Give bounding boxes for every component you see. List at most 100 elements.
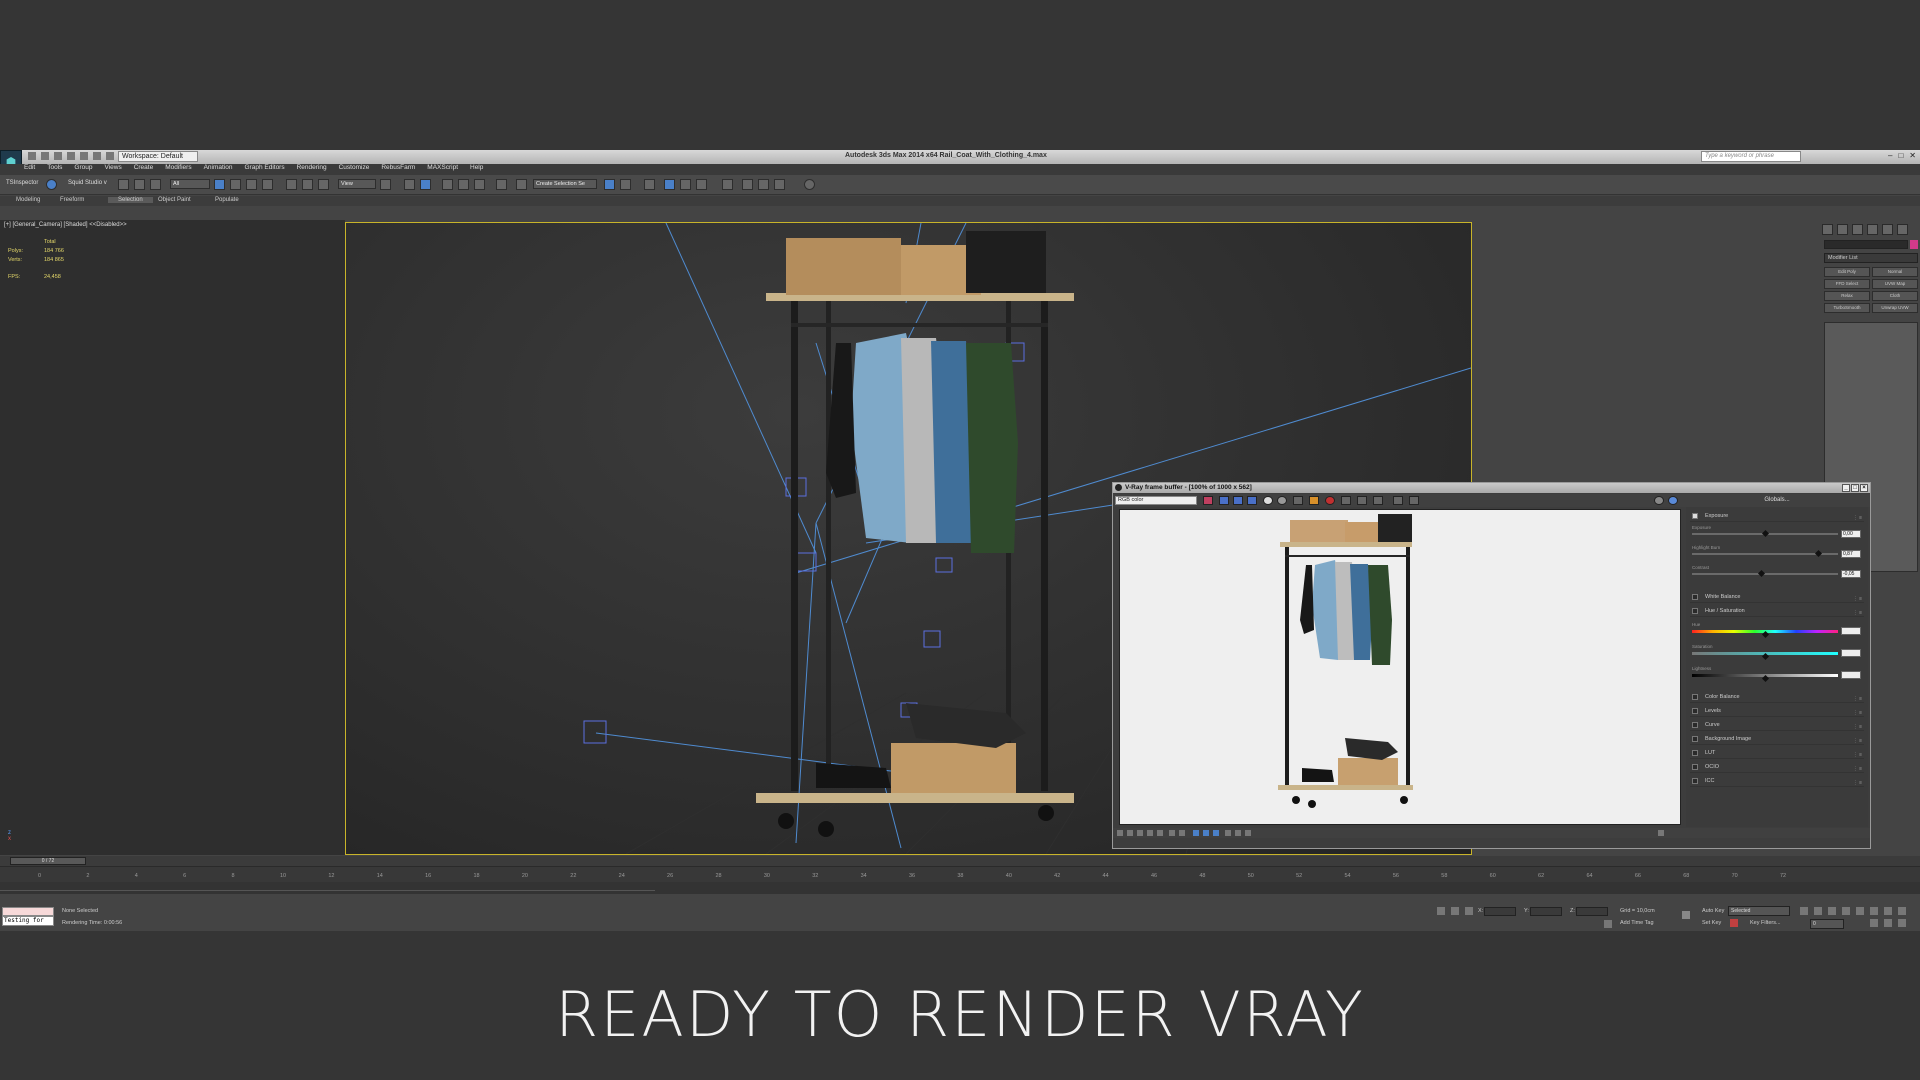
z-coordinate-field[interactable]: [1576, 907, 1608, 916]
layer-manager-icon[interactable]: [644, 179, 655, 190]
add-time-tag[interactable]: Add Time Tag: [1620, 920, 1654, 926]
selection-filter-dropdown[interactable]: All: [170, 179, 210, 189]
rect-region-icon[interactable]: [246, 179, 257, 190]
angle-snap-icon[interactable]: [458, 179, 469, 190]
cc-section-icc-expand-icon[interactable]: ⋮ ≡: [1853, 778, 1862, 789]
vfb-status-icon-11[interactable]: [1225, 830, 1231, 836]
bind-spacewarp-icon[interactable]: [150, 179, 161, 190]
set-key-icon[interactable]: [1730, 919, 1738, 927]
red-channel-icon[interactable]: [1219, 496, 1229, 505]
time-tag-icon[interactable]: [1604, 920, 1612, 928]
menu-item-views[interactable]: Views: [104, 164, 121, 175]
cc-section-curve[interactable]: Curve ⋮ ≡: [1690, 720, 1864, 731]
project-folder-icon[interactable]: [93, 152, 101, 160]
exposure-slider-0-value[interactable]: 0,00: [1841, 530, 1861, 538]
tab-object-paint[interactable]: Object Paint: [158, 197, 191, 203]
menu-item-graph-editors[interactable]: Graph Editors: [245, 164, 285, 175]
edit-named-selection-icon[interactable]: [516, 179, 527, 190]
goto-start-icon[interactable]: [1800, 907, 1808, 915]
globals-button[interactable]: Globals...: [1687, 495, 1867, 506]
modify-tab-icon[interactable]: [1837, 224, 1848, 235]
exposure-slider-1-handle[interactable]: [1814, 549, 1822, 558]
cc-section-color-balance-checkbox[interactable]: [1692, 694, 1698, 700]
hue-slider-1-value[interactable]: [1841, 649, 1861, 657]
mono-icon[interactable]: [1277, 496, 1287, 505]
pan-icon[interactable]: [1870, 919, 1878, 927]
green-channel-icon[interactable]: [1233, 496, 1243, 505]
rendered-image[interactable]: [1119, 509, 1681, 825]
key-mode-dropdown[interactable]: Selected: [1728, 906, 1790, 916]
exposure-slider-2-slider[interactable]: [1692, 569, 1838, 578]
maxscript-input[interactable]: Testing for: [2, 916, 54, 926]
cc-section-color-balance[interactable]: Color Balance ⋮ ≡: [1690, 692, 1864, 703]
move-icon[interactable]: [286, 179, 297, 190]
hue-slider-1-slider[interactable]: [1692, 652, 1838, 661]
select-object-icon[interactable]: [214, 179, 225, 190]
link-icon[interactable]: [118, 179, 129, 190]
current-frame-field[interactable]: 0: [1810, 919, 1844, 929]
track-bar[interactable]: [0, 882, 1920, 894]
vfb-status-icon-4[interactable]: [1147, 830, 1153, 836]
track-mouse-icon[interactable]: [1341, 496, 1351, 505]
hue-slider-2-slider[interactable]: [1692, 674, 1838, 683]
vfb-status-icon-5[interactable]: [1157, 830, 1163, 836]
cc-section-icc-checkbox[interactable]: [1692, 778, 1698, 784]
modifier-list-dropdown[interactable]: Modifier List: [1824, 253, 1918, 263]
maximize-icon[interactable]: □: [1898, 151, 1903, 160]
modifier-button-relax[interactable]: Relax: [1824, 291, 1870, 301]
isolate-icon[interactable]: [1437, 907, 1445, 915]
modifier-button-unwrap-uvw[interactable]: Unwrap UVW: [1872, 303, 1918, 313]
menu-item-tools[interactable]: Tools: [47, 164, 62, 175]
hue-slider-2-handle[interactable]: [1761, 674, 1770, 683]
exposure-section-expand-icon[interactable]: ⋮ ≡: [1853, 513, 1862, 524]
render-production-icon[interactable]: [774, 179, 785, 190]
exposure-slider-0-slider[interactable]: [1692, 529, 1838, 538]
minimize-icon[interactable]: –: [1888, 151, 1892, 160]
open-file-icon[interactable]: [41, 152, 49, 160]
maxscript-listener[interactable]: Testing for: [2, 907, 54, 927]
modifier-button-normal[interactable]: Normal: [1872, 267, 1918, 277]
save-image-icon[interactable]: [1203, 496, 1213, 505]
menu-item-group[interactable]: Group: [74, 164, 92, 175]
orbit-icon[interactable]: [1898, 907, 1906, 915]
tab-selection[interactable]: Selection: [108, 197, 153, 203]
blue-channel-icon[interactable]: [1247, 496, 1257, 505]
hold-icon[interactable]: [106, 152, 114, 160]
cc-section-levels[interactable]: Levels ⋮ ≡: [1690, 706, 1864, 717]
cc-section-curve-checkbox[interactable]: [1692, 722, 1698, 728]
new-file-icon[interactable]: [28, 152, 36, 160]
snap-toggle-icon[interactable]: [442, 179, 453, 190]
object-color-swatch[interactable]: [1910, 240, 1918, 249]
align-icon[interactable]: [620, 179, 631, 190]
vfb-status-icon-7[interactable]: [1179, 830, 1185, 836]
tab-freeform[interactable]: Freeform: [60, 197, 84, 203]
hue-saturation-section-expand-icon[interactable]: ⋮ ≡: [1853, 608, 1862, 619]
hue-slider-2-value[interactable]: [1841, 671, 1861, 679]
cc-section-levels-expand-icon[interactable]: ⋮ ≡: [1853, 708, 1862, 719]
hue-slider-0-value[interactable]: [1841, 627, 1861, 635]
reference-coord-dropdown[interactable]: View: [338, 179, 376, 189]
cc-section-levels-checkbox[interactable]: [1692, 708, 1698, 714]
modifier-button-ffd-select[interactable]: FFD Select: [1824, 279, 1870, 289]
schematic-view-icon[interactable]: [696, 179, 707, 190]
undo-icon[interactable]: [67, 152, 75, 160]
window-crossing-icon[interactable]: [262, 179, 273, 190]
motion-tab-icon[interactable]: [1867, 224, 1878, 235]
maxscript-output[interactable]: [2, 907, 54, 916]
alpha-channel-icon[interactable]: [1263, 496, 1273, 505]
auto-key-button[interactable]: Auto Key: [1702, 908, 1724, 914]
render-setup-icon[interactable]: [742, 179, 753, 190]
save-all-icon[interactable]: [1293, 496, 1303, 505]
cc-section-ocio[interactable]: OCIO ⋮ ≡: [1690, 762, 1864, 773]
load-image-icon[interactable]: [1309, 496, 1319, 505]
cc-section-ocio-expand-icon[interactable]: ⋮ ≡: [1853, 764, 1862, 775]
keyboard-shortcut-override-icon[interactable]: [420, 179, 431, 190]
rendered-frame-window-icon[interactable]: [758, 179, 769, 190]
create-tab-icon[interactable]: [1822, 224, 1833, 235]
vfb-maximize-icon[interactable]: □: [1851, 484, 1859, 492]
cc-section-lut-expand-icon[interactable]: ⋮ ≡: [1853, 750, 1862, 761]
vfb-close-icon[interactable]: ×: [1860, 484, 1868, 492]
set-key-button[interactable]: Set Key: [1702, 920, 1721, 926]
modifier-button-edit-poly[interactable]: Edit Poly: [1824, 267, 1870, 277]
cc-section-ocio-checkbox[interactable]: [1692, 764, 1698, 770]
